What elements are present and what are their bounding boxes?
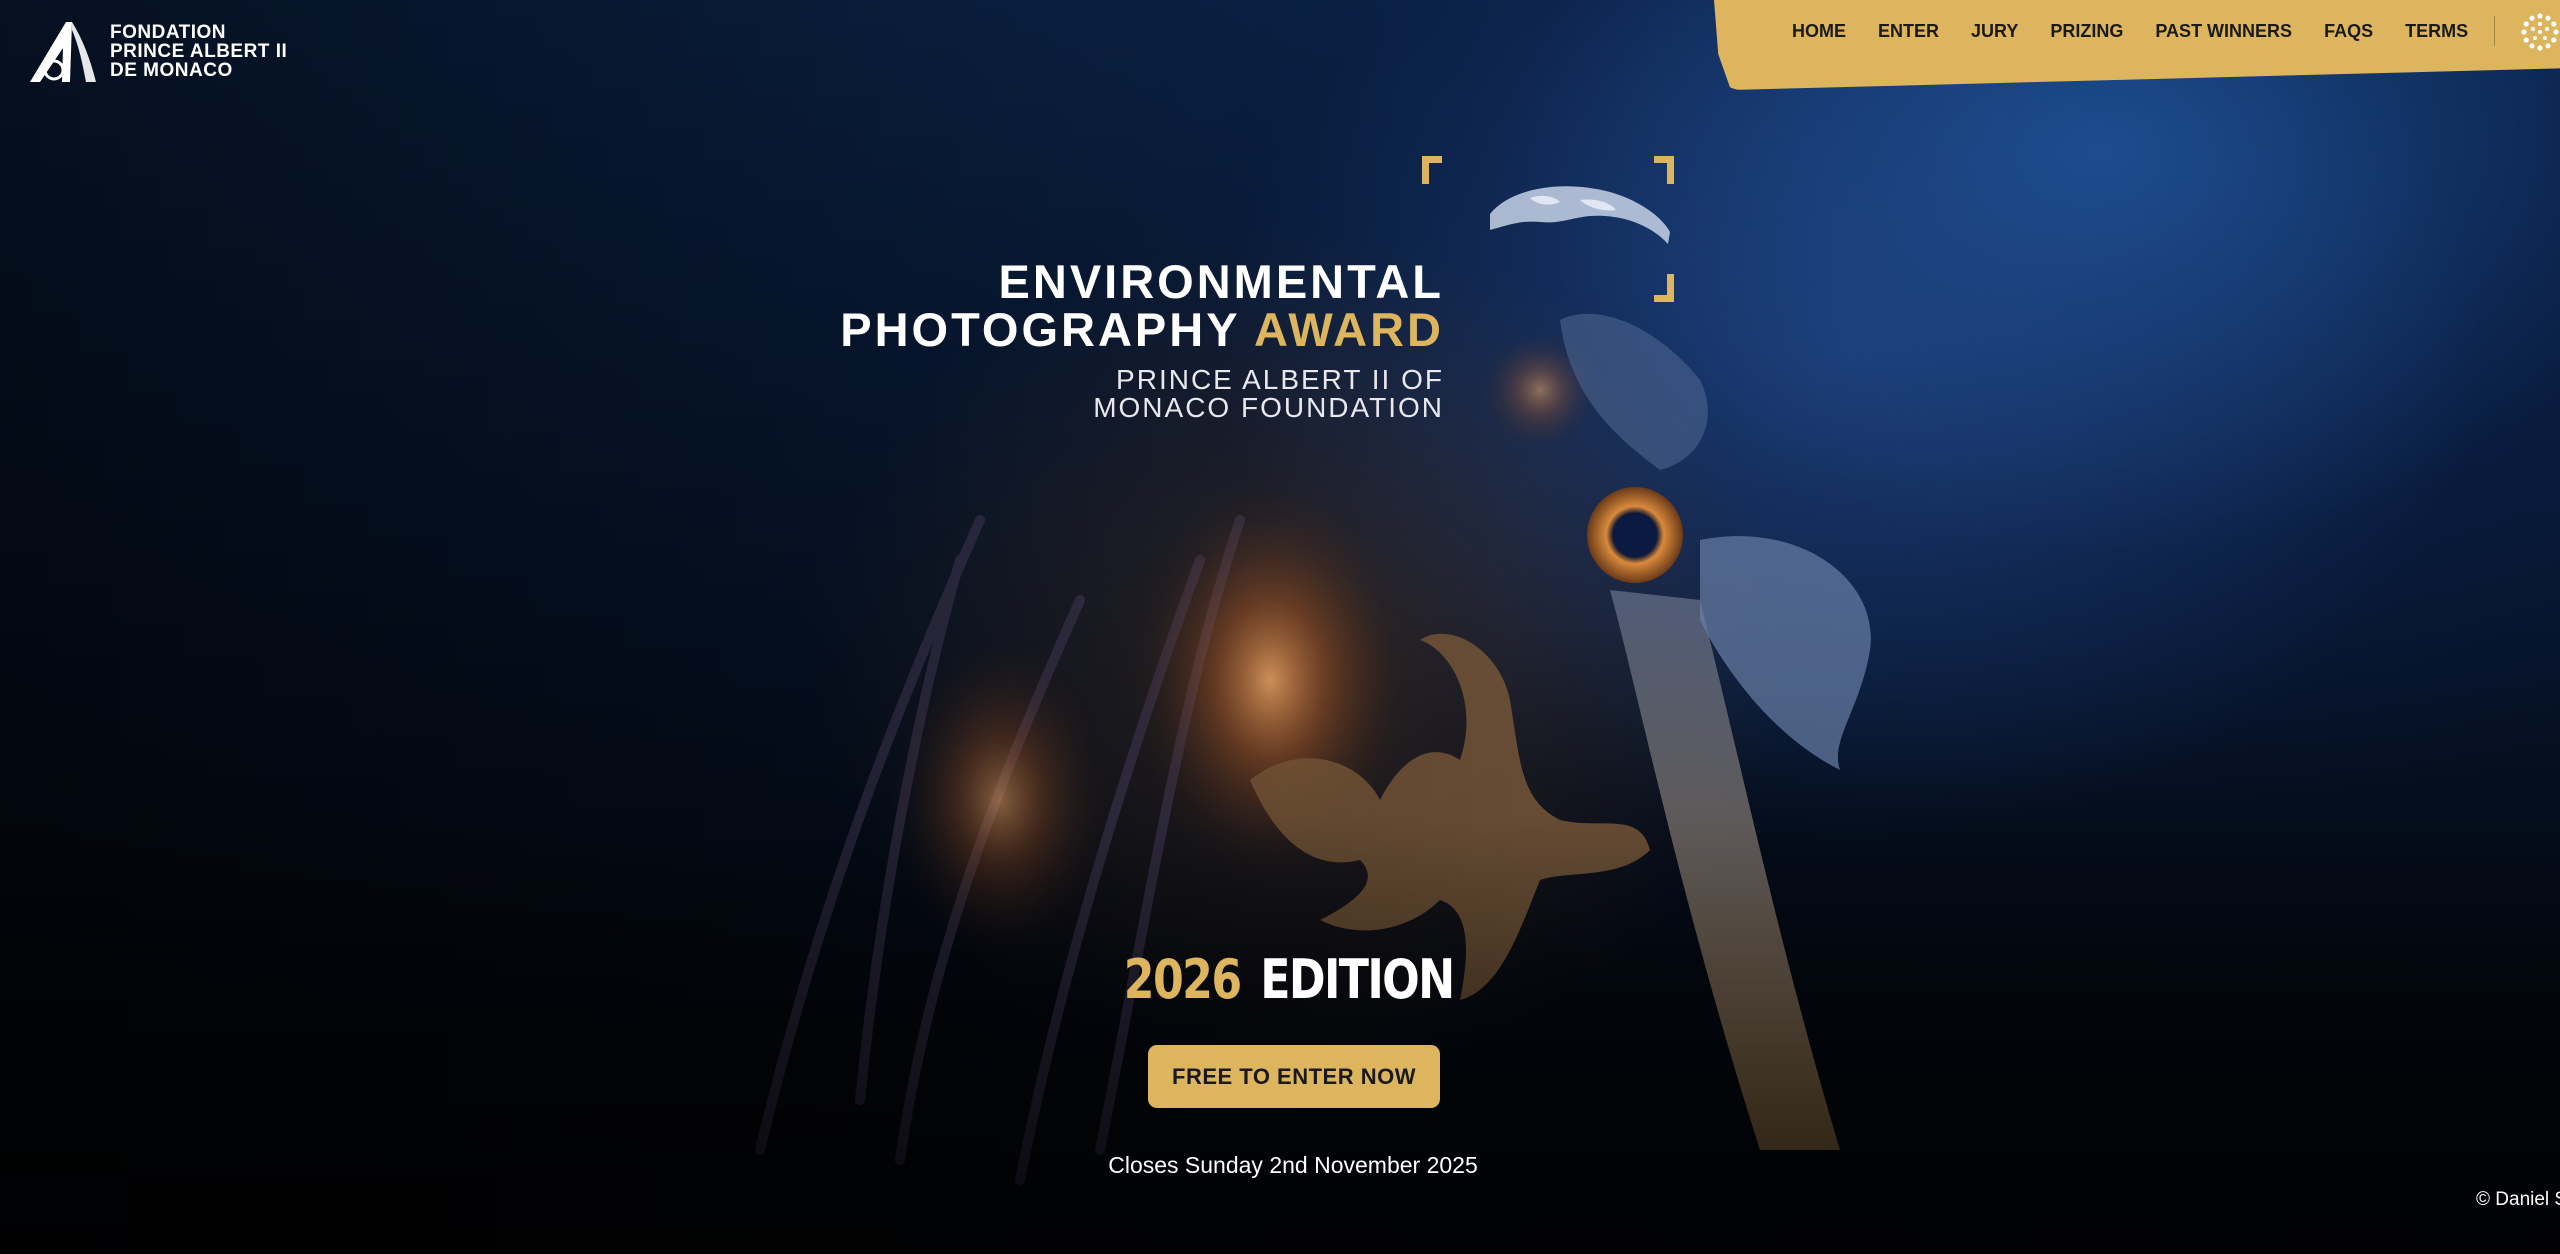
nav-item-terms[interactable]: TERMS: [2389, 20, 2484, 42]
logo-line-2: PRINCE ALBERT II: [110, 40, 288, 62]
photo-credit: © Daniel S: [2476, 1189, 2560, 1210]
logo-wordmark: FONDATION PRINCE ALBERT II DE MONACO: [110, 23, 287, 80]
frame-corner-top-left: [1422, 156, 1442, 184]
subtitle-line-2: MONACO FOUNDATION: [1093, 392, 1444, 423]
nav-item-past-winners[interactable]: PAST WINNERS: [2139, 20, 2308, 42]
edition-year: 2026: [1123, 948, 1242, 1011]
title-award: AWARD: [1254, 303, 1444, 356]
globe-frame-emblem: [1422, 156, 1674, 302]
award-title: ENVIRONMENTAL PHOTOGRAPHY AWARD PRINCE A…: [840, 258, 1444, 422]
foundation-emblem-icon: [30, 22, 96, 82]
nav-item-jury[interactable]: JURY: [1955, 20, 2034, 42]
nav-item-home[interactable]: HOME: [1776, 20, 1862, 42]
enter-now-button[interactable]: FREE TO ENTER NOW: [1148, 1045, 1440, 1108]
nav-item-enter[interactable]: ENTER: [1862, 20, 1955, 42]
nav-item-prizing[interactable]: PRIZING: [2034, 20, 2139, 42]
edition-heading: 2026 EDITION: [0, 948, 2560, 1011]
subtitle-line-1: PRINCE ALBERT II OF: [1116, 364, 1444, 395]
globe-icon: [1490, 186, 1670, 244]
logo-line-1: FONDATION: [110, 21, 227, 43]
edition-word: EDITION: [1260, 948, 1456, 1011]
nav-item-faqs[interactable]: FAQS: [2308, 20, 2389, 42]
title-line-1: ENVIRONMENTAL: [998, 255, 1444, 308]
foundation-logo[interactable]: FONDATION PRINCE ALBERT II DE MONACO: [26, 18, 287, 84]
logo-line-3: DE MONACO: [110, 59, 233, 81]
title-photography: PHOTOGRAPHY: [840, 303, 1240, 356]
title-line-2: PHOTOGRAPHY AWARD: [840, 306, 1444, 354]
nav-divider: [2494, 16, 2495, 46]
frame-corner-bottom-right: [1654, 274, 1674, 302]
frame-corner-top-right: [1654, 156, 1674, 184]
sunburst-dots-icon[interactable]: [2520, 12, 2560, 52]
closing-date-text: Closes Sunday 2nd November 2025: [1108, 1152, 1478, 1178]
